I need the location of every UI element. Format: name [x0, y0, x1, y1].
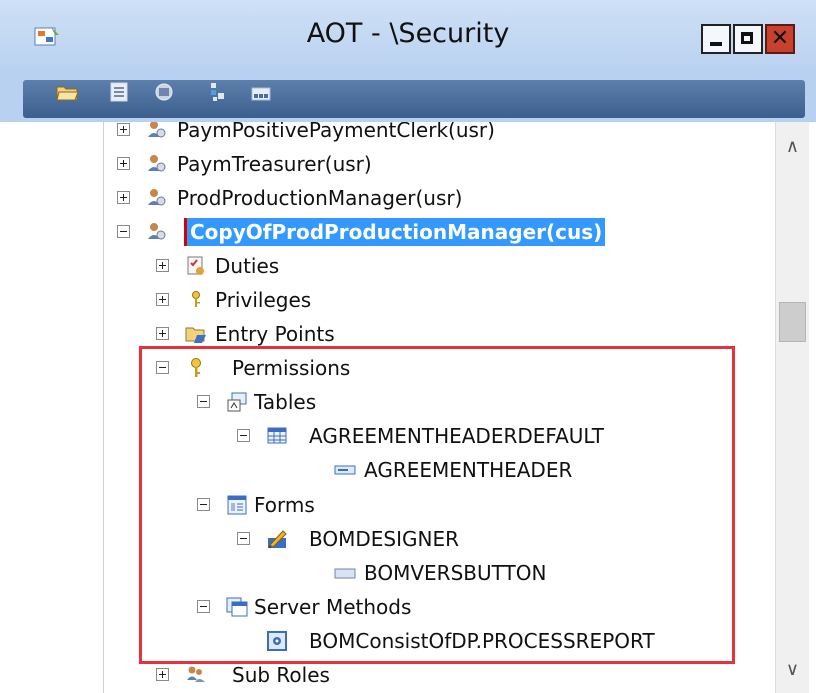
collapse-toggle[interactable]: [197, 395, 210, 408]
close-icon: ✕: [770, 26, 790, 51]
tree-node-label-selected: CopyOfProdProductionManager(cus): [184, 218, 606, 246]
tree-node-label: Sub Roles: [232, 663, 330, 687]
expand-toggle[interactable]: [156, 668, 169, 681]
tree-node-label: PaymTreasurer(usr): [177, 152, 372, 176]
minimize-icon: [710, 42, 722, 46]
tree-node-label: ProdProductionManager(usr): [177, 186, 463, 210]
role-icon: [148, 122, 166, 138]
properties-icon[interactable]: [107, 80, 131, 104]
expand-toggle[interactable]: [117, 123, 130, 136]
role-icon: [148, 223, 166, 240]
tree-node-label: Entry Points: [215, 322, 335, 346]
maximize-button[interactable]: [733, 24, 763, 54]
open-icon[interactable]: [55, 80, 79, 104]
scroll-down-icon[interactable]: ∨: [776, 655, 809, 685]
collapse-toggle[interactable]: [237, 429, 250, 442]
tree-node-label: Privileges: [215, 288, 312, 312]
entry-points-icon: [185, 327, 206, 343]
layers-icon[interactable]: [249, 80, 273, 104]
expand-toggle[interactable]: [156, 293, 169, 306]
collapse-toggle[interactable]: [237, 532, 250, 545]
table-icon: [267, 427, 287, 444]
tree-node-label: AGREEMENTHEADERDEFAULT: [309, 424, 604, 448]
form-design-icon: [268, 530, 287, 549]
server-methods-icon: [226, 597, 248, 617]
tree-node-label: Tables: [254, 390, 317, 414]
tree-node-label: Server Methods: [254, 595, 412, 619]
scroll-up-icon[interactable]: ∧: [776, 132, 809, 162]
tree-node-label: BOMVERSBUTTON: [364, 561, 547, 585]
aot-tree[interactable]: PaymPositivePaymentClerk(usr) PaymTreasu…: [103, 122, 776, 693]
expand-toggle[interactable]: [117, 191, 130, 204]
maximize-icon: [741, 32, 753, 44]
scroll-thumb[interactable]: [779, 302, 806, 342]
sub-roles-icon: [187, 666, 205, 682]
field-icon: [334, 465, 356, 475]
tree-node-label: BOMDESIGNER: [309, 527, 459, 551]
compile-icon[interactable]: [152, 80, 176, 104]
window-title: AOT - \Security: [306, 18, 510, 49]
tree-node-label: PaymPositivePaymentClerk(usr): [177, 122, 495, 142]
tree-node-label: Duties: [215, 254, 280, 278]
tree-node-label: AGREEMENTHEADER: [364, 458, 573, 482]
collapse-toggle[interactable]: [156, 361, 169, 374]
vertical-scrollbar[interactable]: ∧ ∨: [775, 122, 809, 693]
expand-toggle[interactable]: [117, 157, 130, 170]
collapse-toggle[interactable]: [197, 600, 210, 613]
expand-toggle[interactable]: [156, 327, 169, 340]
title-bar[interactable]: AOT - \Security ✕: [0, 0, 816, 73]
aot-window: AOT - \Security ✕ PaymPositivePaymentCle…: [0, 0, 816, 693]
role-icon: [148, 155, 166, 172]
duties-icon: [187, 256, 204, 275]
role-icon: [148, 189, 166, 206]
collapse-toggle[interactable]: [197, 498, 210, 511]
tree-node-label: BOMConsistOfDP.PROCESSREPORT: [309, 629, 655, 653]
collapse-toggle[interactable]: [117, 225, 130, 238]
method-icon: [267, 631, 287, 651]
control-icon: [334, 568, 356, 579]
toolbar-strip: [23, 80, 805, 118]
filter-icon[interactable]: [205, 80, 229, 104]
tables-icon: [227, 392, 247, 412]
key-icon: [191, 358, 201, 377]
forms-icon: [227, 495, 247, 515]
close-button[interactable]: ✕: [765, 24, 795, 54]
minimize-button[interactable]: [701, 24, 731, 54]
expand-toggle[interactable]: [156, 259, 169, 272]
key-icon: [192, 291, 200, 307]
tree-node-label: Forms: [254, 493, 315, 517]
tree-node-label: Permissions: [232, 356, 351, 380]
